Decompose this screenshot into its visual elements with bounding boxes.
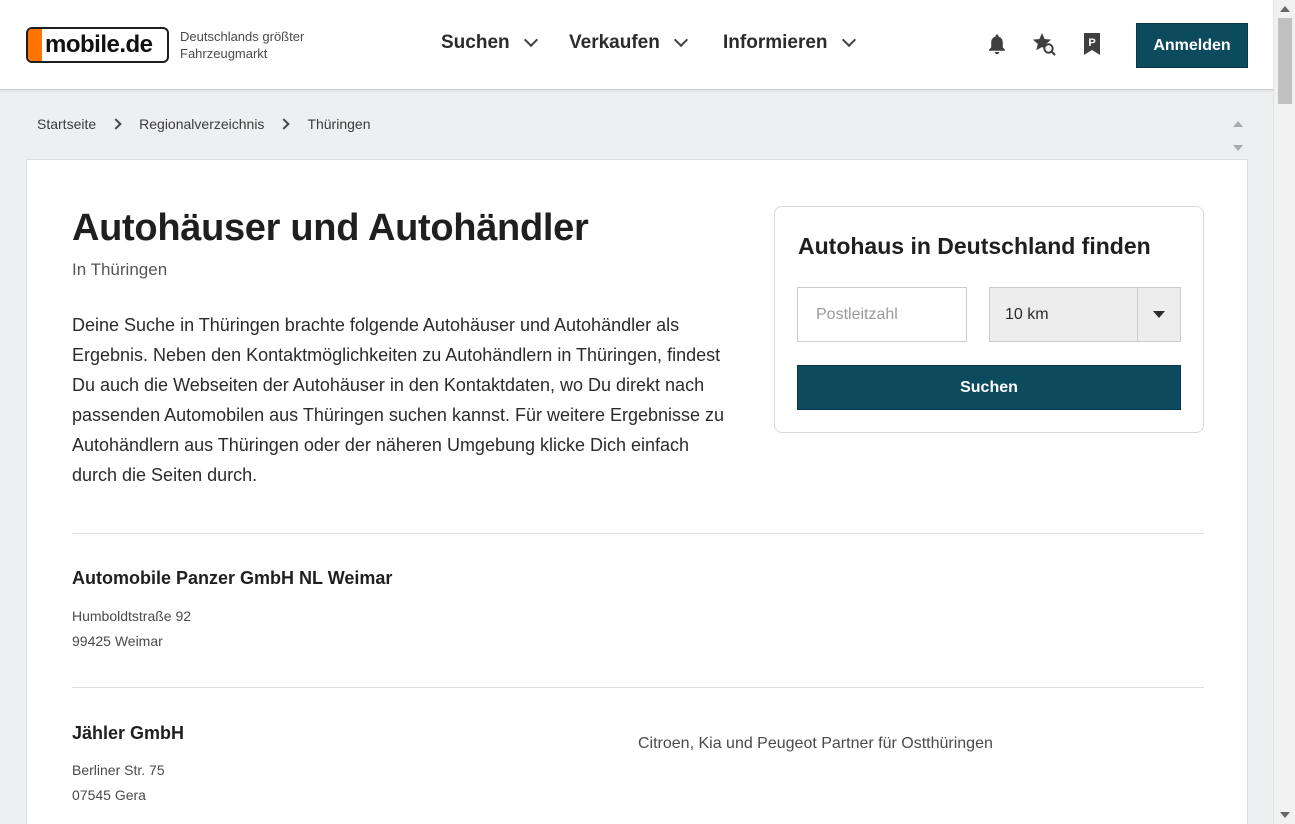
dealer-city: 07545 Gera <box>72 787 146 803</box>
page-description: Deine Suche in Thüringen brachte folgend… <box>72 315 725 485</box>
tagline-line-1: Deutschlands größter <box>180 29 305 44</box>
site-header: mobile.de Deutschlands größter Fahrzeugm… <box>0 0 1273 90</box>
main-card: Autohäuser und Autohändler In Thüringen … <box>26 159 1248 824</box>
dealer-street: Berliner Str. 75 <box>72 762 165 778</box>
dealer-search-box: Autohaus in Deutschland finden 10 km Suc… <box>774 206 1204 433</box>
page-scrollbar[interactable] <box>1273 0 1295 824</box>
breadcrumb-regionalverzeichnis[interactable]: Regionalverzeichnis <box>139 116 264 132</box>
nav-verkaufen-label: Verkaufen <box>569 32 660 53</box>
bell-icon[interactable] <box>984 30 1010 58</box>
chevron-right-icon <box>110 118 122 130</box>
page-subtitle: In Thüringen <box>72 260 168 279</box>
scroll-up-arrow-icon[interactable] <box>1280 6 1290 12</box>
logo-text: mobile.de <box>45 31 153 58</box>
radius-select[interactable]: 10 km <box>989 287 1181 342</box>
nav-suchen[interactable]: Suchen <box>441 32 538 54</box>
saved-search-star-icon[interactable] <box>1031 30 1057 58</box>
scroll-thumb[interactable] <box>1278 18 1292 104</box>
chevron-right-icon <box>278 118 291 130</box>
scroll-down-arrow-icon[interactable] <box>1280 812 1290 818</box>
site-tagline: Deutschlands größter Fahrzeugmarkt <box>180 28 340 62</box>
breadcrumb-scroll-down-icon[interactable] <box>1233 145 1243 151</box>
dealer-city: 99425 Weimar <box>72 633 163 649</box>
search-button[interactable]: Suchen <box>797 365 1181 410</box>
svg-text:P: P <box>1088 37 1095 49</box>
radius-select-value: 10 km <box>1005 305 1049 323</box>
nav-verkaufen[interactable]: Verkaufen <box>569 32 688 54</box>
chevron-down-icon <box>523 32 538 48</box>
parking-icon[interactable]: P <box>1079 30 1105 58</box>
login-button[interactable]: Anmelden <box>1136 23 1248 68</box>
chevron-down-icon <box>673 32 688 48</box>
mobile-de-logo[interactable]: mobile.de <box>26 27 169 63</box>
breadcrumb-current: Thüringen <box>307 116 371 132</box>
breadcrumb-startseite[interactable]: Startseite <box>37 116 96 132</box>
postal-code-input[interactable] <box>797 287 967 342</box>
search-box-title: Autohaus in Deutschland finden <box>798 233 1151 259</box>
page-title: Autohäuser und Autohändler <box>72 207 589 249</box>
chevron-down-icon <box>841 32 856 48</box>
dealer-street: Humboldtstraße 92 <box>72 608 192 624</box>
logo-accent <box>28 29 42 61</box>
tagline-line-2: Fahrzeugmarkt <box>180 46 268 61</box>
breadcrumb: Startseite Regionalverzeichnis Thüringen <box>37 116 370 132</box>
breadcrumb-scroll-up-icon[interactable] <box>1233 121 1243 127</box>
divider <box>72 533 1204 534</box>
divider <box>72 687 1204 688</box>
dropdown-arrow-icon <box>1137 288 1180 341</box>
dealer-tagline: Citroen, Kia und Peugeot Partner für Ost… <box>638 735 993 752</box>
nav-informieren[interactable]: Informieren <box>723 32 856 54</box>
dealer-name[interactable]: Automobile Panzer GmbH NL Weimar <box>72 568 392 589</box>
nav-informieren-label: Informieren <box>723 32 828 53</box>
dealer-name[interactable]: Jähler GmbH <box>72 723 184 744</box>
nav-suchen-label: Suchen <box>441 32 510 53</box>
